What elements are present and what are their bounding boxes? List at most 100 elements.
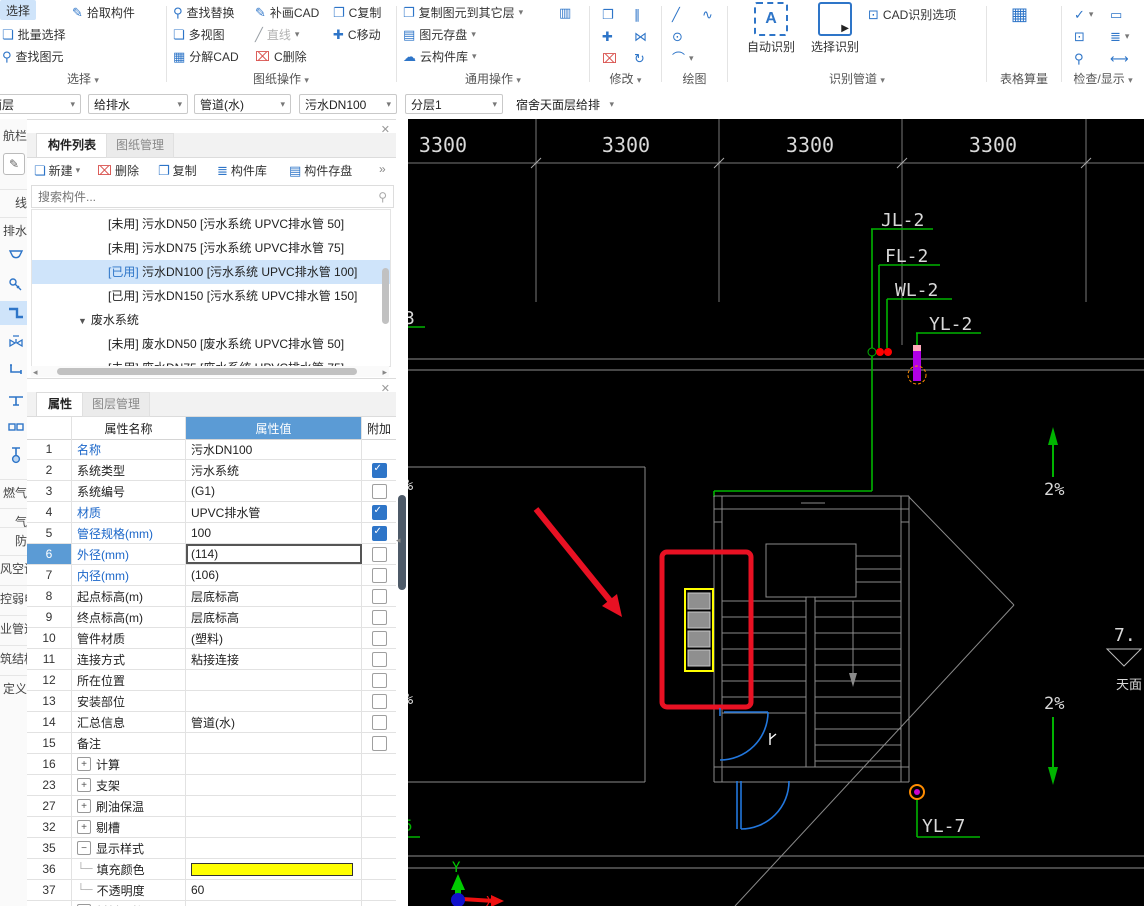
draw-polyline-button[interactable]: ∿	[702, 4, 713, 24]
list-vertical-scrollbar[interactable]	[382, 268, 389, 324]
sidebar-group-heating-gas[interactable]: 燃气	[0, 479, 27, 501]
attach-checkbox[interactable]	[371, 462, 387, 478]
line-button[interactable]: ╱ 直线 ▾	[255, 24, 299, 44]
fill-color-swatch[interactable]	[191, 862, 353, 876]
tab-layer-management[interactable]: 图层管理	[82, 392, 150, 417]
property-row[interactable]: 11 连接方式 粘接连接	[27, 649, 396, 670]
sidebar-group-structure[interactable]: 筑结构	[0, 645, 27, 667]
modify-mirror-button[interactable]: ⋈	[634, 26, 647, 46]
cad-viewport[interactable]: 3300 3300 3300 3300 JL-2 FL-2 WL-2 YL-2 …	[408, 119, 1144, 906]
property-group-row[interactable]: 27 + 刷油保温	[27, 796, 396, 817]
sidebar-group-axisline[interactable]: 线	[0, 189, 27, 211]
property-group-row[interactable]: 32 + 剔槽	[27, 817, 396, 838]
property-row[interactable]: 1 名称 污水DN100	[27, 439, 396, 460]
sidebar-group-hvac[interactable]: 风空调	[0, 555, 27, 577]
property-row[interactable]: 5 管径规格(mm) 100	[27, 523, 396, 544]
attach-checkbox[interactable]	[371, 588, 387, 604]
display-layers-button[interactable]: ≣ ▾	[1110, 26, 1129, 46]
property-row[interactable]: 13 安装部位	[27, 691, 396, 712]
draw-point-button[interactable]: ⊙	[672, 26, 683, 46]
attach-checkbox[interactable]	[371, 714, 387, 730]
search-input[interactable]	[32, 189, 379, 204]
outer-diameter-input[interactable]: (114)	[186, 544, 362, 564]
find-replace-button[interactable]: ⚲ 查找替换	[173, 2, 235, 22]
stamp-icon-button[interactable]: ▥	[559, 2, 571, 22]
property-row[interactable]: 9 终点标高(m) 层底标高	[27, 607, 396, 628]
list-group-wastewater[interactable]: ▼ 废水系统	[32, 308, 390, 332]
list-item[interactable]: [已用] 污水DN150 [污水系统 UPVC排水管 150]	[32, 284, 390, 308]
tab-component-list[interactable]: 构件列表	[36, 133, 108, 157]
property-row[interactable]: 37 └─ 不透明度 60	[27, 880, 396, 901]
select-identify-button[interactable]: ▶ 选择识别	[806, 0, 864, 55]
attach-checkbox[interactable]	[371, 525, 387, 541]
group-label-select[interactable]: 选择 ▾	[0, 70, 166, 87]
expand-plus-icon[interactable]: +	[77, 757, 91, 771]
property-group-row[interactable]: 16 + 计算	[27, 754, 396, 775]
sidebar-item-navbar[interactable]: 航栏	[0, 127, 27, 144]
multi-view-button[interactable]: ❏ 多视图	[173, 24, 225, 44]
group-label-general-ops[interactable]: 通用操作 ▾	[397, 70, 589, 87]
toolbar-overflow-button[interactable]: »	[379, 162, 386, 176]
pick-component-button[interactable]: ✎ 拾取构件	[72, 2, 135, 22]
cad-identify-options-button[interactable]: ⊡ CAD识别选项	[868, 4, 956, 24]
modify-move-button[interactable]: ✚	[602, 26, 613, 46]
list-item[interactable]: [未用] 废水DN50 [废水系统 UPVC排水管 50]	[32, 332, 390, 356]
property-row[interactable]: 4 材质 UPVC排水管	[27, 502, 396, 523]
property-row[interactable]: 15 备注	[27, 733, 396, 754]
group-label-draw[interactable]: 绘图	[662, 70, 727, 87]
property-row[interactable]: 3 系统编号 (G1)	[27, 481, 396, 502]
highlighted-pipe-fittings[interactable]	[684, 588, 714, 672]
table-calc-button[interactable]: ▦	[1011, 4, 1028, 24]
property-row-selected[interactable]: 6 外径(mm) (114)	[27, 544, 396, 565]
patch-cad-button[interactable]: ✎ 补画CAD	[255, 2, 319, 22]
modify-rotate-button[interactable]: ↻	[634, 48, 645, 68]
attach-checkbox[interactable]	[371, 630, 387, 646]
delete-component-button[interactable]: ⌧ 删除	[97, 162, 139, 179]
component-combo[interactable]: 污水DN100 ▾	[299, 94, 397, 114]
measure-button[interactable]: ⟷	[1110, 48, 1129, 68]
pipe-tee-icon[interactable]	[3, 387, 25, 411]
property-row[interactable]: 12 所在位置	[27, 670, 396, 691]
copy-to-other-layer-button[interactable]: ❐ 复制图元到其它层 ▾	[403, 2, 523, 22]
pipe-elbow-icon[interactable]	[3, 359, 25, 383]
copy-component-button[interactable]: ❐ 复制	[158, 162, 197, 179]
attach-checkbox[interactable]	[371, 651, 387, 667]
sidebar-group-industrial-pipe[interactable]: 业管道	[0, 615, 27, 637]
group-label-identify[interactable]: 识别管道 ▾	[728, 70, 986, 87]
modify-delete-button[interactable]: ⌧	[602, 48, 617, 68]
pipe-tool-icon[interactable]	[0, 301, 27, 325]
modify-copy-button[interactable]: ❐	[602, 4, 614, 24]
expand-plus-icon[interactable]: +	[77, 799, 91, 813]
group-label-modify[interactable]: 修改 ▾	[590, 70, 661, 87]
property-group-row[interactable]: 35− 显示样式	[27, 838, 396, 859]
riser-point[interactable]	[876, 348, 884, 356]
edit-pencil-button[interactable]: ✎	[3, 153, 25, 175]
tab-sheet-management[interactable]: 图纸管理	[106, 133, 174, 158]
attach-checkbox[interactable]	[371, 504, 387, 520]
attach-checkbox[interactable]	[371, 735, 387, 751]
property-row[interactable]: 7 内径(mm) (106)	[27, 565, 396, 586]
expand-plus-icon[interactable]: +	[77, 820, 91, 834]
property-row[interactable]: 10 管件材质 (塑料)	[27, 628, 396, 649]
riser-point[interactable]	[867, 347, 877, 357]
floor-drain-icon[interactable]	[3, 443, 25, 467]
attach-checkbox[interactable]	[371, 483, 387, 499]
new-component-button[interactable]: ❏ 新建 ▾	[34, 162, 80, 179]
check-legality-button[interactable]: ✓ ▾	[1074, 4, 1093, 24]
property-row[interactable]: 8 起点标高(m) 层底标高	[27, 586, 396, 607]
sidebar-group-fire[interactable]: 防	[0, 527, 27, 549]
sublayer-combo[interactable]: 分层1 ▾	[405, 94, 503, 114]
group-label-check-display[interactable]: 检查/显示 ▾	[1062, 70, 1144, 87]
tab-properties[interactable]: 属性	[36, 392, 84, 416]
c-copy-button[interactable]: ❐ C复制	[333, 2, 381, 22]
component-save-button[interactable]: ▤ 构件存盘	[289, 162, 352, 179]
auto-identify-button[interactable]: A 自动识别	[742, 0, 800, 55]
c-delete-button[interactable]: ⌧ C删除	[255, 46, 307, 66]
cloud-library-button[interactable]: ☁ 云构件库 ▾	[403, 46, 477, 66]
element-save-button[interactable]: ▤ 图元存盘 ▾	[403, 24, 476, 44]
element-type-combo[interactable]: 管道(水) ▾	[194, 94, 291, 114]
floor-sheet-combo[interactable]: 宿舍天面层给排 ▾	[511, 94, 619, 114]
attach-checkbox[interactable]	[371, 609, 387, 625]
property-row[interactable]: 14 汇总信息 管道(水)	[27, 712, 396, 733]
explode-cad-button[interactable]: ▦ 分解CAD	[173, 46, 239, 66]
